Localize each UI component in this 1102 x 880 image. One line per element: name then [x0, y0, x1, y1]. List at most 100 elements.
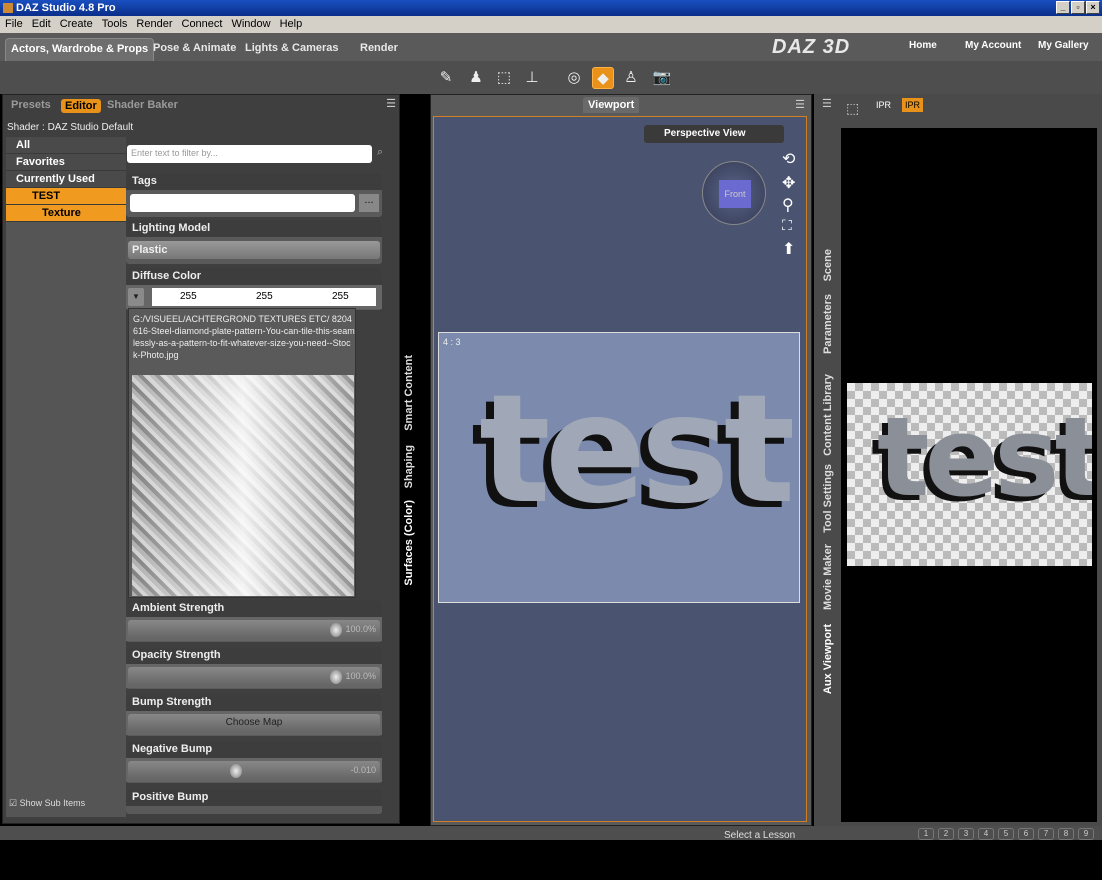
ipr-active-button[interactable]: IPR: [902, 98, 924, 112]
region-tool-icon[interactable]: ♙: [620, 67, 642, 89]
reset-view-icon[interactable]: ⬆: [782, 239, 795, 259]
home-link[interactable]: Home: [909, 40, 937, 51]
aspect-ratio-label: 4 : 3: [443, 337, 461, 347]
tab-lights[interactable]: Lights & Cameras: [245, 38, 339, 61]
tab-surfaces[interactable]: Surfaces (Color): [403, 500, 415, 586]
menu-connect[interactable]: Connect: [182, 18, 223, 30]
aux-render-icon[interactable]: ⬚: [846, 100, 859, 117]
page-button-9[interactable]: 9: [1078, 828, 1094, 840]
tags-browse-button[interactable]: ...: [359, 194, 379, 212]
diffuse-color-property: Diffuse Color ▼ 255 255 255: [126, 268, 382, 310]
tab-viewport[interactable]: Viewport: [583, 97, 640, 113]
lighting-model-select[interactable]: Plastic: [128, 241, 380, 259]
aux-render-preview: test: [847, 383, 1092, 566]
bump-map-select[interactable]: Choose Map: [128, 714, 380, 732]
ipr-button[interactable]: IPR: [876, 100, 891, 110]
texture-thumbnail: [132, 375, 354, 596]
page-button-7[interactable]: 7: [1038, 828, 1054, 840]
menu-tools[interactable]: Tools: [102, 18, 128, 30]
page-button-6[interactable]: 6: [1018, 828, 1034, 840]
ambient-property: Ambient Strength 100.0%: [126, 600, 382, 642]
page-button-2[interactable]: 2: [938, 828, 954, 840]
node-tool-icon[interactable]: ⬚: [493, 67, 515, 89]
joint-tool-icon[interactable]: ⊥: [521, 67, 543, 89]
tags-property: Tags...: [126, 173, 382, 217]
pose-tool-icon[interactable]: ✎: [435, 67, 457, 89]
viewport-menu-icon[interactable]: ☰: [795, 98, 805, 111]
category-texture[interactable]: Texture: [6, 205, 126, 222]
render-frame: 4 : 3 test: [438, 332, 800, 603]
tags-field[interactable]: [130, 194, 355, 212]
page-button-4[interactable]: 4: [978, 828, 994, 840]
pane-menu-icon[interactable]: ☰: [386, 97, 396, 110]
menu-window[interactable]: Window: [231, 18, 270, 30]
account-link[interactable]: My Account: [965, 40, 1021, 51]
opacity-property: Opacity Strength 100.0%: [126, 647, 382, 689]
tab-content-library[interactable]: Content Library: [822, 374, 834, 456]
brand-logo: DAZ 3D: [772, 36, 851, 58]
camera-select[interactable]: Perspective View: [644, 125, 784, 143]
minimize-button[interactable]: _: [1056, 1, 1070, 14]
figure-tool-icon[interactable]: ♟: [465, 67, 487, 89]
restore-button[interactable]: ▫: [1071, 1, 1085, 14]
tab-aux-viewport[interactable]: Aux Viewport: [822, 624, 834, 694]
zoom-icon[interactable]: ⚲: [782, 195, 794, 215]
filter-input[interactable]: Enter text to filter by...: [127, 145, 372, 163]
tab-movie-maker[interactable]: Movie Maker: [822, 544, 834, 610]
pan-icon[interactable]: ✥: [782, 173, 795, 193]
opacity-slider[interactable]: 100.0%: [128, 667, 380, 685]
close-button[interactable]: ×: [1086, 1, 1100, 14]
diffuse-map-dropdown[interactable]: ▼: [128, 288, 144, 306]
title-bar: DAZ Studio 4.8 Pro _ ▫ ×: [0, 0, 1102, 16]
lesson-select[interactable]: Select a Lesson: [724, 830, 795, 840]
test-3d-text[interactable]: test: [479, 363, 795, 537]
ambient-slider[interactable]: 100.0%: [128, 620, 380, 638]
page-button-5[interactable]: 5: [998, 828, 1014, 840]
gallery-link[interactable]: My Gallery: [1038, 40, 1089, 51]
tab-shader-baker[interactable]: Shader Baker: [107, 99, 178, 111]
search-icon[interactable]: ⌕: [377, 146, 383, 159]
category-favorites[interactable]: Favorites: [6, 154, 126, 171]
menu-edit[interactable]: Edit: [32, 18, 51, 30]
tab-shaping[interactable]: Shaping: [403, 445, 415, 488]
menu-render[interactable]: Render: [136, 18, 172, 30]
negative-bump-property: Negative Bump -0.010: [126, 741, 382, 783]
tab-actors[interactable]: Actors, Wardrobe & Props: [5, 38, 155, 61]
category-current[interactable]: Currently Used: [6, 171, 126, 188]
bump-property: Bump Strength Choose Map: [126, 694, 382, 736]
texture-preview-tooltip: G:/VISUEEL/ACHTERGROND TEXTURES ETC/ 820…: [128, 308, 356, 598]
page-button-8[interactable]: 8: [1058, 828, 1074, 840]
page-button-3[interactable]: 3: [958, 828, 974, 840]
category-list: All Favorites Currently Used TEST Textur…: [6, 137, 126, 817]
view-cube[interactable]: Front: [702, 161, 766, 225]
show-sub-items-checkbox[interactable]: ☑ Show Sub Items: [9, 798, 85, 809]
aux-menu-icon[interactable]: ☰: [822, 97, 832, 110]
menu-file[interactable]: File: [5, 18, 23, 30]
orbit-icon[interactable]: ⟲: [782, 149, 795, 169]
tab-editor[interactable]: Editor: [61, 99, 101, 113]
page-button-1[interactable]: 1: [918, 828, 934, 840]
tab-smart-content[interactable]: Smart Content: [403, 355, 415, 431]
category-all[interactable]: All: [6, 137, 126, 154]
spot-render-icon[interactable]: ◎: [563, 67, 585, 89]
camera-tool-icon[interactable]: 📷: [651, 67, 673, 89]
negative-bump-slider[interactable]: -0.010: [128, 761, 380, 779]
menu-create[interactable]: Create: [60, 18, 93, 30]
frame-icon[interactable]: ⛶: [782, 217, 792, 234]
room-tabs: Actors, Wardrobe & Props Pose & Animate …: [0, 33, 1102, 61]
positive-bump-property: Positive Bump: [126, 789, 382, 814]
tab-parameters[interactable]: Parameters: [822, 294, 834, 354]
menu-bar: File Edit Create Tools Render Connect Window He…: [0, 16, 1102, 33]
tab-scene[interactable]: Scene: [822, 249, 834, 281]
diffuse-rgb-field[interactable]: 255 255 255: [152, 288, 376, 306]
texture-path: G:/VISUEEL/ACHTERGROND TEXTURES ETC/ 820…: [133, 314, 355, 360]
lighting-model-property: Lighting Model Plastic: [126, 220, 382, 264]
tab-render[interactable]: Render: [360, 38, 398, 61]
tab-pose[interactable]: Pose & Animate: [153, 38, 236, 61]
category-test[interactable]: TEST: [6, 188, 126, 205]
tab-presets[interactable]: Presets: [11, 99, 51, 111]
surface-tool-icon[interactable]: ◆: [592, 67, 614, 89]
bottom-bar: Select a Lesson 123456789: [0, 826, 1102, 840]
tab-tool-settings[interactable]: Tool Settings: [822, 464, 834, 533]
menu-help[interactable]: Help: [280, 18, 303, 30]
